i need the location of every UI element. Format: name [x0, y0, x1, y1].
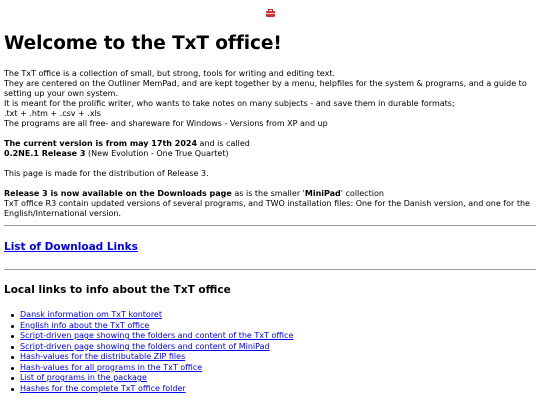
release-name: 0.2NE.1 Release 3 — [4, 149, 86, 158]
release-contents: TxT office R3 contain updated versions o… — [4, 199, 530, 218]
version-paragraph: The current version is from may 17th 202… — [4, 139, 536, 159]
version-date: The current version is from may 17th 202… — [4, 139, 198, 148]
link-txt-folders[interactable]: Script-driven page showing the folders a… — [20, 331, 293, 340]
link-danish-info[interactable]: Dansk information om TxT kontoret — [20, 310, 162, 319]
release-desc: (New Evolution - One True Quartet) — [85, 149, 229, 158]
divider — [4, 269, 536, 270]
list-item: Hash-values for all programs in the TxT … — [11, 363, 536, 374]
intro-line: They are centered on the Outliner MemPad… — [4, 79, 527, 98]
list-item: Script-driven page showing the folders a… — [11, 331, 536, 342]
local-links-heading: Local links to info about the TxT office — [4, 284, 231, 296]
local-links-list: Dansk information om TxT kontoret Englis… — [4, 310, 536, 394]
release-middle: as is the smaller ' — [231, 189, 305, 198]
intro-line: The programs are all free- and shareware… — [4, 119, 328, 128]
list-item: Hash-values for the distributable ZIP fi… — [11, 352, 536, 363]
link-minipad-folders[interactable]: Script-driven page showing the folders a… — [20, 342, 270, 351]
release-available: Release 3 is now available on the Downlo… — [4, 189, 232, 198]
release-paragraph: Release 3 is now available on the Downlo… — [4, 189, 536, 219]
release-line: 0.2NE.1 Release 3 (New Evolution - One T… — [4, 149, 536, 159]
toolbox-icon — [265, 9, 275, 17]
intro-line: It is meant for the prolific writer, who… — [4, 99, 455, 108]
intro-paragraph: The TxT office is a collection of small,… — [4, 69, 536, 129]
minipad-name: MiniPad — [304, 189, 341, 198]
release-suffix: ' collection — [340, 189, 384, 198]
list-item: Script-driven page showing the folders a… — [11, 342, 536, 353]
download-links-link[interactable]: List of Download Links — [4, 241, 138, 253]
link-program-list[interactable]: List of programs in the package — [20, 373, 147, 382]
list-item: English info about the TxT office — [11, 321, 536, 332]
link-zip-hashes[interactable]: Hash-values for the distributable ZIP fi… — [20, 352, 185, 361]
link-folder-hashes[interactable]: Hashes for the complete TxT office folde… — [20, 384, 186, 393]
list-item: Dansk information om TxT kontoret — [11, 310, 536, 321]
list-item: Hashes for the complete TxT office folde… — [11, 384, 536, 395]
version-middle: and is called — [197, 139, 250, 148]
page-content: Welcome to the TxT office! The TxT offic… — [0, 33, 540, 394]
page-title: Welcome to the TxT office! — [4, 33, 282, 54]
divider — [4, 225, 536, 226]
list-item: List of programs in the package — [11, 373, 536, 384]
distribution-note: This page is made for the distribution o… — [4, 169, 209, 178]
intro-line: .txt + .htm + .csv + .xls — [4, 109, 101, 118]
link-program-hashes[interactable]: Hash-values for all programs in the TxT … — [20, 363, 202, 372]
version-line: The current version is from may 17th 202… — [4, 139, 536, 149]
link-english-info[interactable]: English info about the TxT office — [20, 321, 149, 330]
release-available-line: Release 3 is now available on the Downlo… — [4, 189, 536, 199]
intro-line: The TxT office is a collection of small,… — [4, 69, 335, 78]
